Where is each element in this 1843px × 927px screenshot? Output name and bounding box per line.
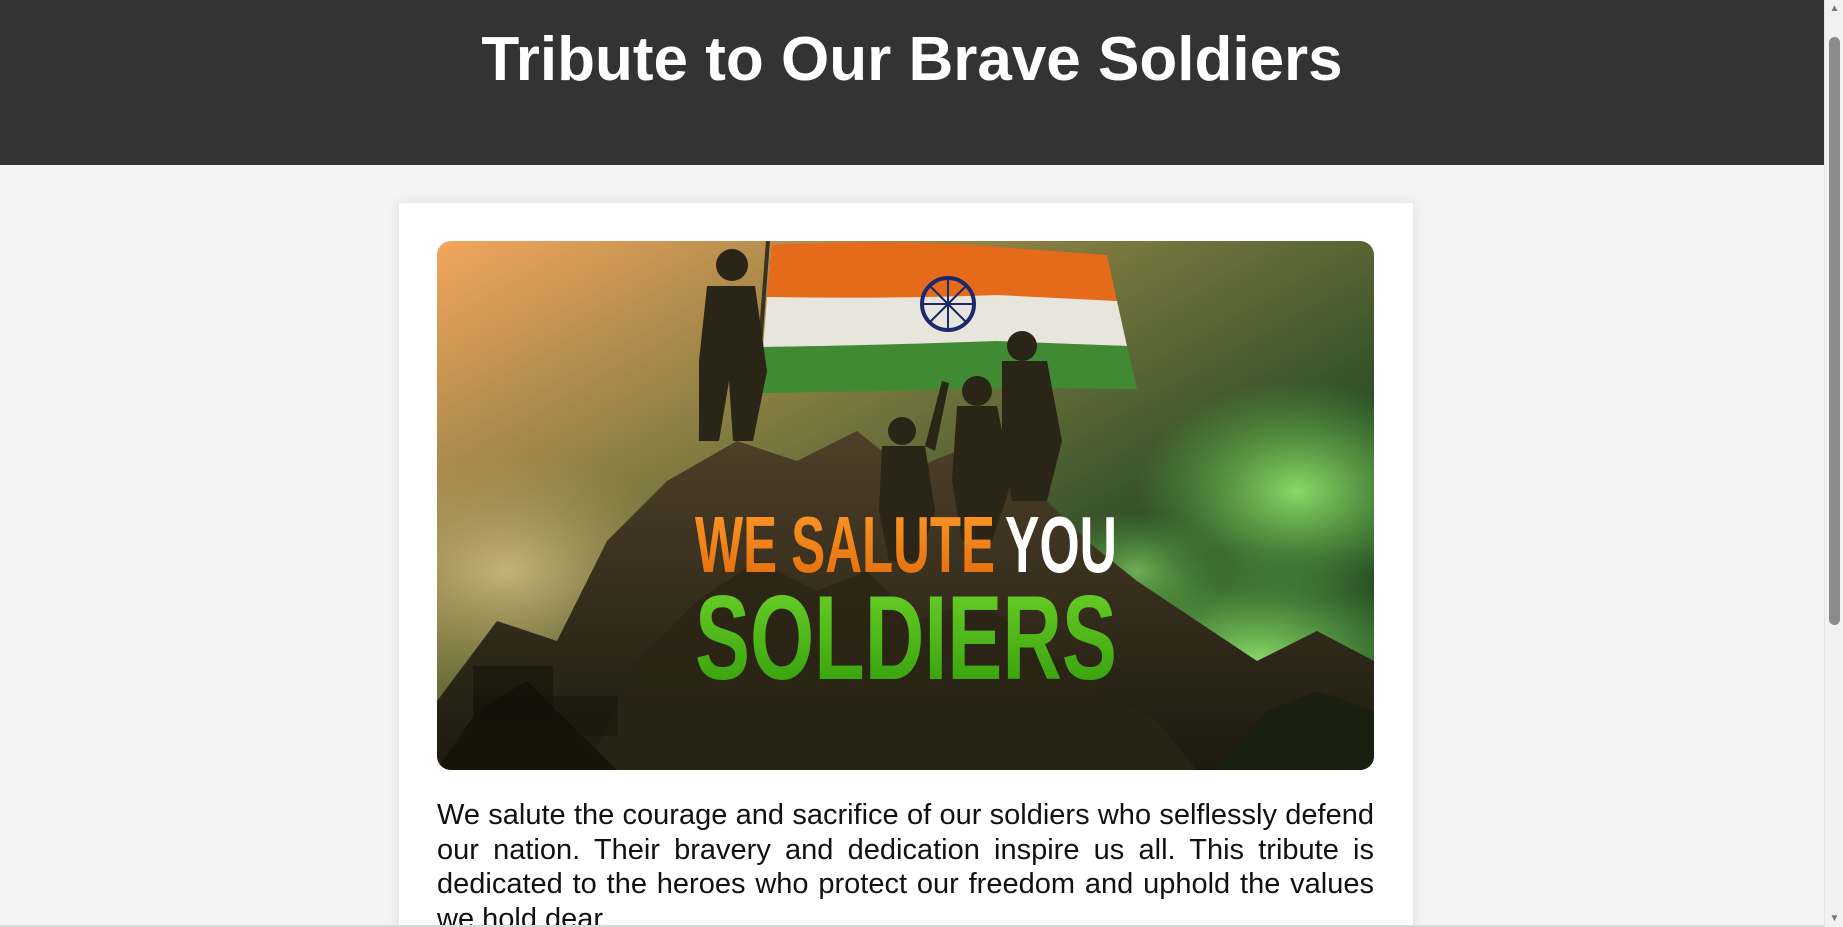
chevron-down-icon[interactable]: ▼ (1825, 910, 1843, 927)
page-viewport: Tribute to Our Brave Soldiers WE SALUTE … (0, 0, 1824, 927)
tribute-card: WE SALUTE YOU SOLDIERS We salute the cou… (399, 203, 1413, 927)
page-title: Tribute to Our Brave Soldiers (481, 25, 1343, 94)
tribute-paragraph: We salute the courage and sacrifice of o… (437, 799, 1374, 927)
slogan-soldiers: SOLDIERS (695, 571, 1117, 705)
page-header: Tribute to Our Brave Soldiers (0, 0, 1824, 165)
hero-slogan: WE SALUTE YOU SOLDIERS (695, 500, 1117, 705)
scrollbar-thumb[interactable] (1829, 37, 1840, 625)
soldiers-banner-image: WE SALUTE YOU SOLDIERS (437, 241, 1374, 770)
hero-image: WE SALUTE YOU SOLDIERS (437, 241, 1374, 770)
vertical-scrollbar[interactable]: ▲ ▼ (1824, 0, 1843, 927)
chevron-up-icon[interactable]: ▲ (1825, 0, 1843, 17)
